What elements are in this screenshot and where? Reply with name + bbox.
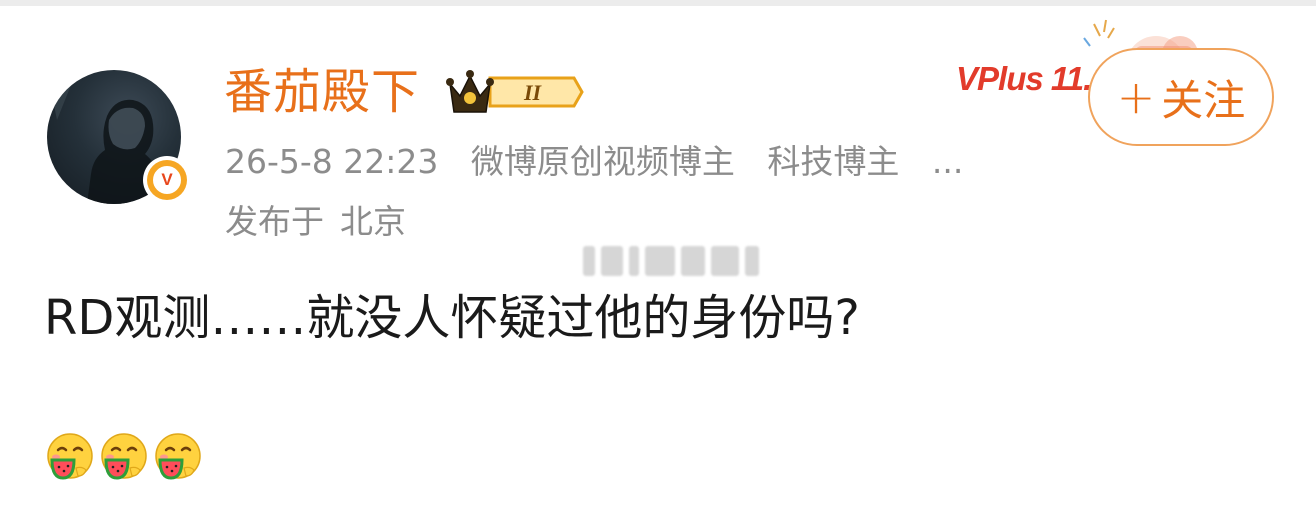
- eating-watermelon-emoji-icon: [155, 433, 201, 480]
- post-timestamp: 26-5-8 22:23: [225, 142, 439, 181]
- author-name[interactable]: 番茄殿下: [224, 62, 420, 122]
- post-location: 发布于 北京: [225, 200, 422, 244]
- author-tag[interactable]: 科技博主: [767, 142, 899, 181]
- verified-badge: V: [143, 156, 191, 204]
- location-prefix: 发布于: [225, 202, 324, 241]
- eating-watermelon-emoji-icon: [47, 433, 93, 480]
- author-tag[interactable]: 微博原创视频博主: [471, 142, 735, 181]
- follow-label: 关注: [1161, 75, 1246, 125]
- eating-watermelon-emoji-icon: [101, 433, 147, 480]
- top-divider: [0, 0, 1316, 6]
- post-meta: 26-5-8 22:23 微博原创视频博主 科技博主 ...: [225, 140, 985, 184]
- plus-icon: +: [1116, 70, 1156, 124]
- weibo-post-card: V 番茄殿下 II 26-5-8 22:23 微博原创视频博主 科技博主 ...…: [0, 0, 1316, 528]
- author-avatar[interactable]: V: [47, 70, 191, 204]
- follow-button[interactable]: + 关注: [1088, 48, 1274, 146]
- post-content: RD观测……就没人怀疑过他的身份吗?: [44, 290, 860, 346]
- redacted-text-strip: [583, 243, 763, 279]
- location-name: 北京: [340, 202, 406, 241]
- author-tag-more[interactable]: ...: [932, 142, 963, 181]
- svg-text:II: II: [523, 80, 543, 105]
- emoji-row: [44, 430, 204, 486]
- vip-crown-badge-icon[interactable]: II: [444, 66, 584, 118]
- verified-v-icon: V: [153, 166, 181, 194]
